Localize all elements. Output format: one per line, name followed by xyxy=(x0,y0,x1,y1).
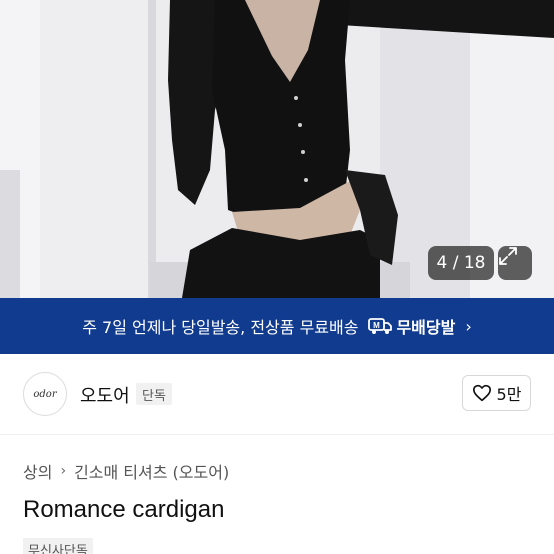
expand-icon[interactable] xyxy=(498,246,532,280)
brand-logo[interactable]: odor xyxy=(23,372,67,416)
breadcrumb-item-category[interactable]: 상의 xyxy=(23,459,52,483)
exclusive-store-badge: 무신사단독 xyxy=(23,538,93,554)
expand-arrows-icon xyxy=(499,247,517,265)
like-button[interactable]: 5만 xyxy=(462,375,531,411)
chevron-right-icon: › xyxy=(465,316,472,336)
promo-message: 주 7일 언제나 당일발송, 전상품 무료배송 xyxy=(82,318,359,337)
brand-row: odor 오도어 단독 5만 xyxy=(0,354,554,434)
promo-service-name: 무배당발 xyxy=(396,318,456,337)
heart-icon xyxy=(472,384,491,402)
truck-icon: M xyxy=(368,317,393,335)
brand-name[interactable]: 오도어 xyxy=(80,382,130,408)
product-image[interactable]: 4 / 18 xyxy=(0,0,554,298)
brand-logo-text: odor xyxy=(33,388,57,400)
image-counter: 4 / 18 xyxy=(428,246,494,280)
product-detail-page: 4 / 18 주 7일 언제나 당일발송, 전상품 무료배송 M 무배당발 › … xyxy=(0,0,554,554)
divider xyxy=(0,434,554,435)
chevron-right-icon: › xyxy=(60,463,67,479)
svg-text:M: M xyxy=(374,321,381,330)
breadcrumb: 상의 › 긴소매 티셔츠 (오도어) xyxy=(23,459,229,483)
breadcrumb-item-subcategory[interactable]: 긴소매 티셔츠 (오도어) xyxy=(74,459,229,483)
free-shipping-banner[interactable]: 주 7일 언제나 당일발송, 전상품 무료배송 M 무배당발 › xyxy=(0,298,554,354)
product-title: Romance cardigan xyxy=(23,496,225,523)
like-count: 5만 xyxy=(496,385,522,404)
exclusive-badge: 단독 xyxy=(136,383,172,405)
